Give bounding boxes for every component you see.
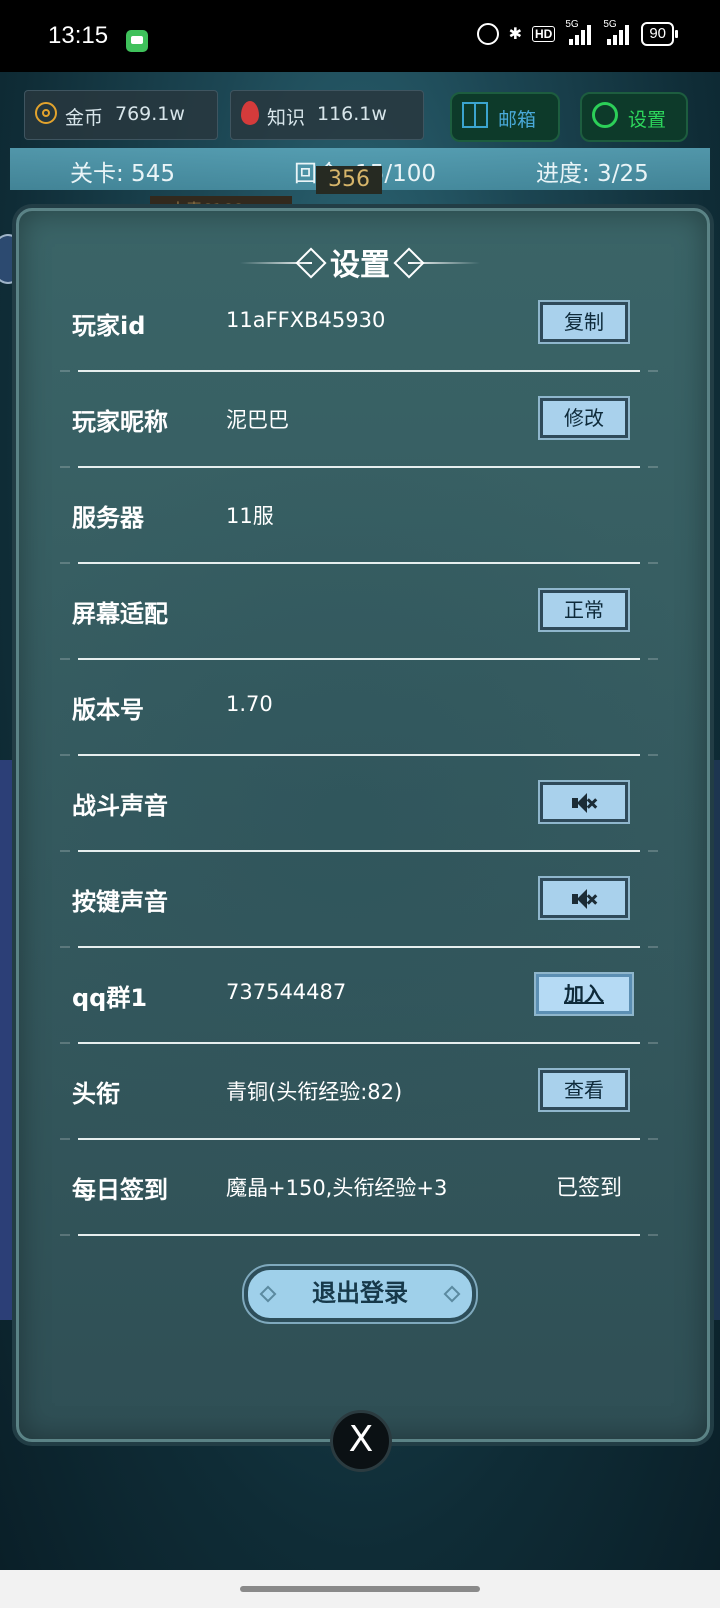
diamond-icon <box>259 1285 277 1303</box>
stage-text: 关卡: 545 <box>70 161 175 187</box>
row-version: 版本号 1.70 <box>60 660 658 756</box>
mail-label: 邮箱 <box>498 109 537 131</box>
signin-status: 已签到 <box>555 1176 622 1201</box>
row-title: 头衔 青铜(头衔经验:82) 查看 <box>60 1044 658 1140</box>
signal-icon-2: 5G <box>603 19 631 45</box>
divider <box>60 1234 658 1236</box>
knowledge-counter: 知识 116.1w <box>230 90 424 140</box>
gold-counter: 金币 769.1w <box>24 90 218 140</box>
logout-label: 退出登录 <box>312 1279 408 1307</box>
server-value: 11服 <box>226 504 274 528</box>
signal-icon: 5G <box>565 19 593 45</box>
row-label: 头衔 <box>72 1080 120 1108</box>
close-icon: X <box>348 1419 374 1460</box>
edit-nickname-button[interactable]: 修改 <box>540 398 628 438</box>
mute-icon <box>572 793 598 813</box>
row-server: 服务器 11服 <box>60 468 658 564</box>
qq-group-value: 737544487 <box>226 980 347 1004</box>
row-label: 战斗声音 <box>72 792 168 820</box>
status-bar: 13:15 ✱ HD 5G 5G 90 <box>0 0 720 72</box>
status-icons: ✱ HD 5G 5G 90 <box>476 19 678 46</box>
view-button[interactable]: 查看 <box>540 1070 628 1110</box>
knowledge-value: 116.1w <box>317 103 387 125</box>
row-key-sound: 按键声音 <box>60 852 658 948</box>
hd-icon: HD <box>531 26 556 42</box>
row-label: 玩家id <box>72 312 146 340</box>
close-button[interactable]: X <box>330 1410 392 1472</box>
title-value: 青铜(头衔经验:82) <box>226 1080 403 1104</box>
gold-value: 769.1w <box>115 103 185 125</box>
settings-label: 设置 <box>628 109 667 131</box>
row-nickname: 玩家昵称 泥巴巴 修改 <box>60 372 658 468</box>
player-id-value: 11aFFXB45930 <box>226 308 386 332</box>
row-label: 玩家昵称 <box>72 408 168 436</box>
row-screen-fit: 屏幕适配 正常 <box>60 564 658 660</box>
round-badge: 356 <box>316 166 382 194</box>
title-decoration-right <box>408 262 480 264</box>
row-daily-signin: 每日签到 魔晶+150,头衔经验+3 已签到 <box>60 1140 658 1236</box>
join-button[interactable]: 加入 <box>536 974 632 1014</box>
battery-icon: 90 <box>641 22 678 46</box>
message-icon <box>126 30 148 52</box>
mail-button[interactable]: 邮箱 <box>450 92 560 142</box>
screen-fit-button[interactable]: 正常 <box>540 590 628 630</box>
row-battle-sound: 战斗声音 <box>60 756 658 852</box>
gold-label: 金币 <box>65 107 104 129</box>
flame-icon <box>241 101 259 125</box>
diamond-icon <box>443 1285 461 1303</box>
key-sound-toggle[interactable] <box>540 878 628 918</box>
version-value: 1.70 <box>226 692 273 716</box>
status-time: 13:15 <box>48 22 109 49</box>
row-label: 版本号 <box>72 696 144 724</box>
row-label: qq群1 <box>72 984 148 1012</box>
home-indicator[interactable] <box>240 1586 480 1592</box>
leaf-icon <box>592 102 618 128</box>
gift-icon <box>462 102 488 128</box>
coin-icon <box>35 102 57 124</box>
row-player-id: 玩家id 11aFFXB45930 复制 <box>60 276 658 372</box>
row-label: 服务器 <box>72 504 144 532</box>
row-qq-group: qq群1 737544487 加入 <box>60 948 658 1044</box>
nickname-value: 泥巴巴 <box>226 408 289 432</box>
bluetooth-icon: ✱ <box>508 26 522 43</box>
progress-text: 进度: 3/25 <box>536 161 649 187</box>
knowledge-label: 知识 <box>267 107 306 129</box>
copy-button[interactable]: 复制 <box>540 302 628 342</box>
row-label: 屏幕适配 <box>72 600 168 628</box>
row-label: 按键声音 <box>72 888 168 916</box>
signin-reward: 魔晶+150,头衔经验+3 <box>226 1176 448 1200</box>
mute-icon <box>572 889 598 909</box>
alarm-icon <box>476 23 499 45</box>
logout-button[interactable]: 退出登录 <box>244 1266 476 1322</box>
settings-button[interactable]: 设置 <box>580 92 688 142</box>
battle-sound-toggle[interactable] <box>540 782 628 822</box>
row-label: 每日签到 <box>72 1176 168 1204</box>
